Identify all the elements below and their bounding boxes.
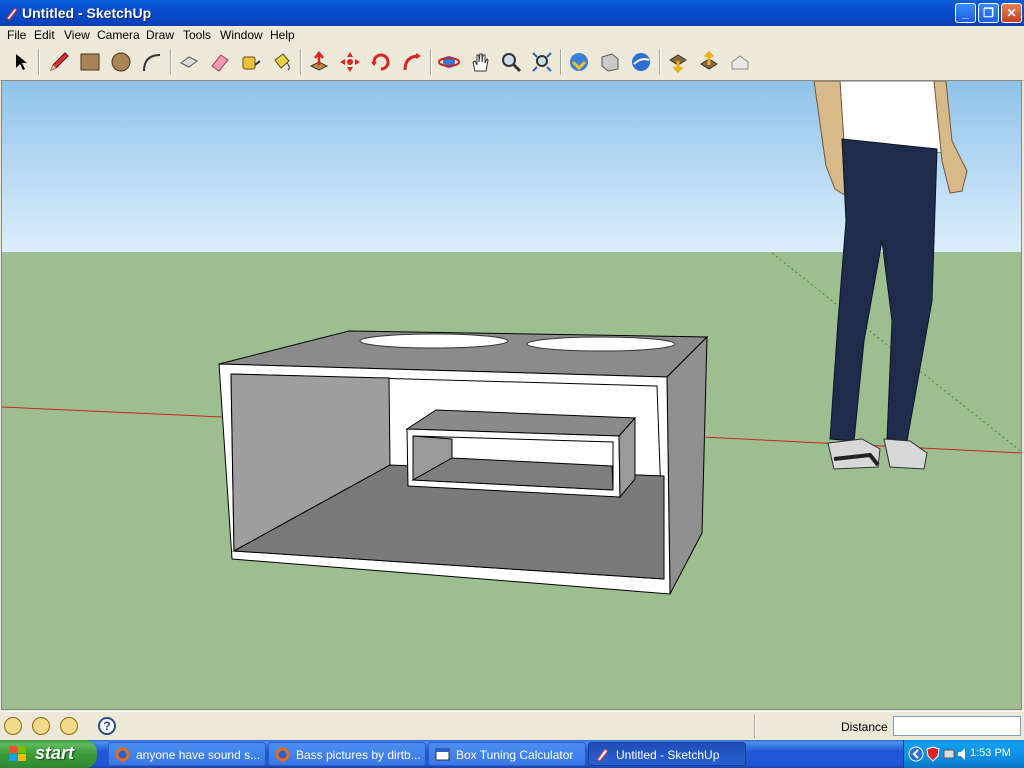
get-models-icon[interactable]	[566, 49, 592, 75]
window-title: Untitled - SketchUp	[22, 5, 152, 21]
start-label: start	[35, 743, 75, 763]
toolbar-separator	[38, 49, 40, 75]
app-window-icon	[435, 748, 450, 761]
scene-canvas	[2, 81, 1021, 709]
measurements-label: Distance	[841, 720, 888, 734]
toggle-terrain-icon[interactable]	[696, 49, 722, 75]
sketchup-icon	[596, 748, 609, 762]
pan-hand-icon[interactable]	[467, 49, 493, 75]
status-separator	[754, 714, 756, 738]
rectangle-icon[interactable]	[77, 49, 103, 75]
credits-icon[interactable]	[32, 717, 50, 735]
maximize-button[interactable]: ❐	[978, 3, 999, 23]
push-pull-icon[interactable]	[306, 49, 332, 75]
tape-measure-icon[interactable]	[238, 49, 264, 75]
orbit-icon[interactable]	[436, 49, 462, 75]
taskbar-item-box-tuning[interactable]: Box Tuning Calculator	[428, 742, 586, 766]
arc-icon[interactable]	[139, 49, 165, 75]
firefox-icon	[275, 747, 290, 762]
toolbar-separator	[560, 49, 562, 75]
taskbar-item-label: Bass pictures by dirtb...	[296, 748, 421, 762]
taskbar-item-firefox-1[interactable]: anyone have sound s...	[108, 742, 266, 766]
toolbar-separator	[300, 49, 302, 75]
taskbar-item-label: anyone have sound s...	[136, 748, 261, 762]
follow-me-icon[interactable]	[399, 49, 425, 75]
pencil-icon[interactable]	[46, 49, 72, 75]
network-icon[interactable]	[942, 746, 956, 762]
toolbar-separator	[659, 49, 661, 75]
status-bar: ? Distance	[0, 711, 1024, 741]
clock: 1:53 PM	[970, 747, 1011, 759]
select-tool-icon[interactable]	[8, 49, 34, 75]
menu-camera[interactable]: Camera	[97, 28, 140, 42]
start-button[interactable]: start	[0, 740, 97, 768]
rotate-icon[interactable]	[368, 49, 394, 75]
taskbar-item-firefox-2[interactable]: Bass pictures by dirtb...	[268, 742, 426, 766]
taskbar-item-label: Untitled - SketchUp	[616, 748, 720, 762]
toolbar	[0, 45, 1024, 81]
model-viewport[interactable]	[1, 80, 1022, 710]
menu-tools[interactable]: Tools	[183, 28, 211, 42]
sketchup-icon	[6, 7, 18, 21]
help-icon[interactable]: ?	[98, 717, 116, 735]
menu-bar: File Edit View Camera Draw Tools Window …	[0, 26, 1024, 45]
volume-icon[interactable]	[956, 746, 970, 762]
share-model-icon[interactable]	[597, 49, 623, 75]
toolbar-separator	[170, 49, 172, 75]
windows-logo-icon	[9, 746, 26, 761]
menu-window[interactable]: Window	[220, 28, 263, 42]
taskbar-item-label: Box Tuning Calculator	[456, 748, 574, 762]
measurements-input[interactable]	[893, 716, 1021, 736]
geo-location-icon[interactable]	[4, 717, 22, 735]
taskbar: start anyone have sound s... Bass pictur…	[0, 740, 1024, 768]
system-tray: 1:53 PM	[903, 740, 1024, 768]
menu-draw[interactable]: Draw	[146, 28, 174, 42]
menu-help[interactable]: Help	[270, 28, 295, 42]
toolbar-separator	[430, 49, 432, 75]
google-earth-icon[interactable]	[628, 49, 654, 75]
make-component-icon[interactable]	[176, 49, 202, 75]
firefox-icon	[115, 747, 130, 762]
expand-tray-icon[interactable]	[908, 746, 924, 762]
close-button[interactable]: ✕	[1001, 3, 1022, 23]
zoom-icon[interactable]	[498, 49, 524, 75]
security-shield-icon[interactable]	[926, 746, 940, 762]
zoom-extents-icon[interactable]	[529, 49, 555, 75]
move-icon[interactable]	[337, 49, 363, 75]
menu-edit[interactable]: Edit	[34, 28, 55, 42]
speaker-hole-left	[359, 333, 509, 349]
get-current-view-icon[interactable]	[665, 49, 691, 75]
place-model-icon[interactable]	[727, 49, 753, 75]
circle-icon[interactable]	[108, 49, 134, 75]
taskbar-item-sketchup[interactable]: Untitled - SketchUp	[588, 742, 746, 766]
speaker-hole-right	[526, 336, 676, 352]
title-bar: Untitled - SketchUp _ ❐ ✕	[0, 0, 1024, 26]
minimize-button[interactable]: _	[955, 3, 976, 23]
menu-view[interactable]: View	[64, 28, 90, 42]
copyright-icon[interactable]	[60, 717, 78, 735]
menu-file[interactable]: File	[7, 28, 26, 42]
paint-bucket-icon[interactable]	[269, 49, 295, 75]
eraser-icon[interactable]	[207, 49, 233, 75]
subwoofer-box[interactable]	[218, 330, 709, 595]
